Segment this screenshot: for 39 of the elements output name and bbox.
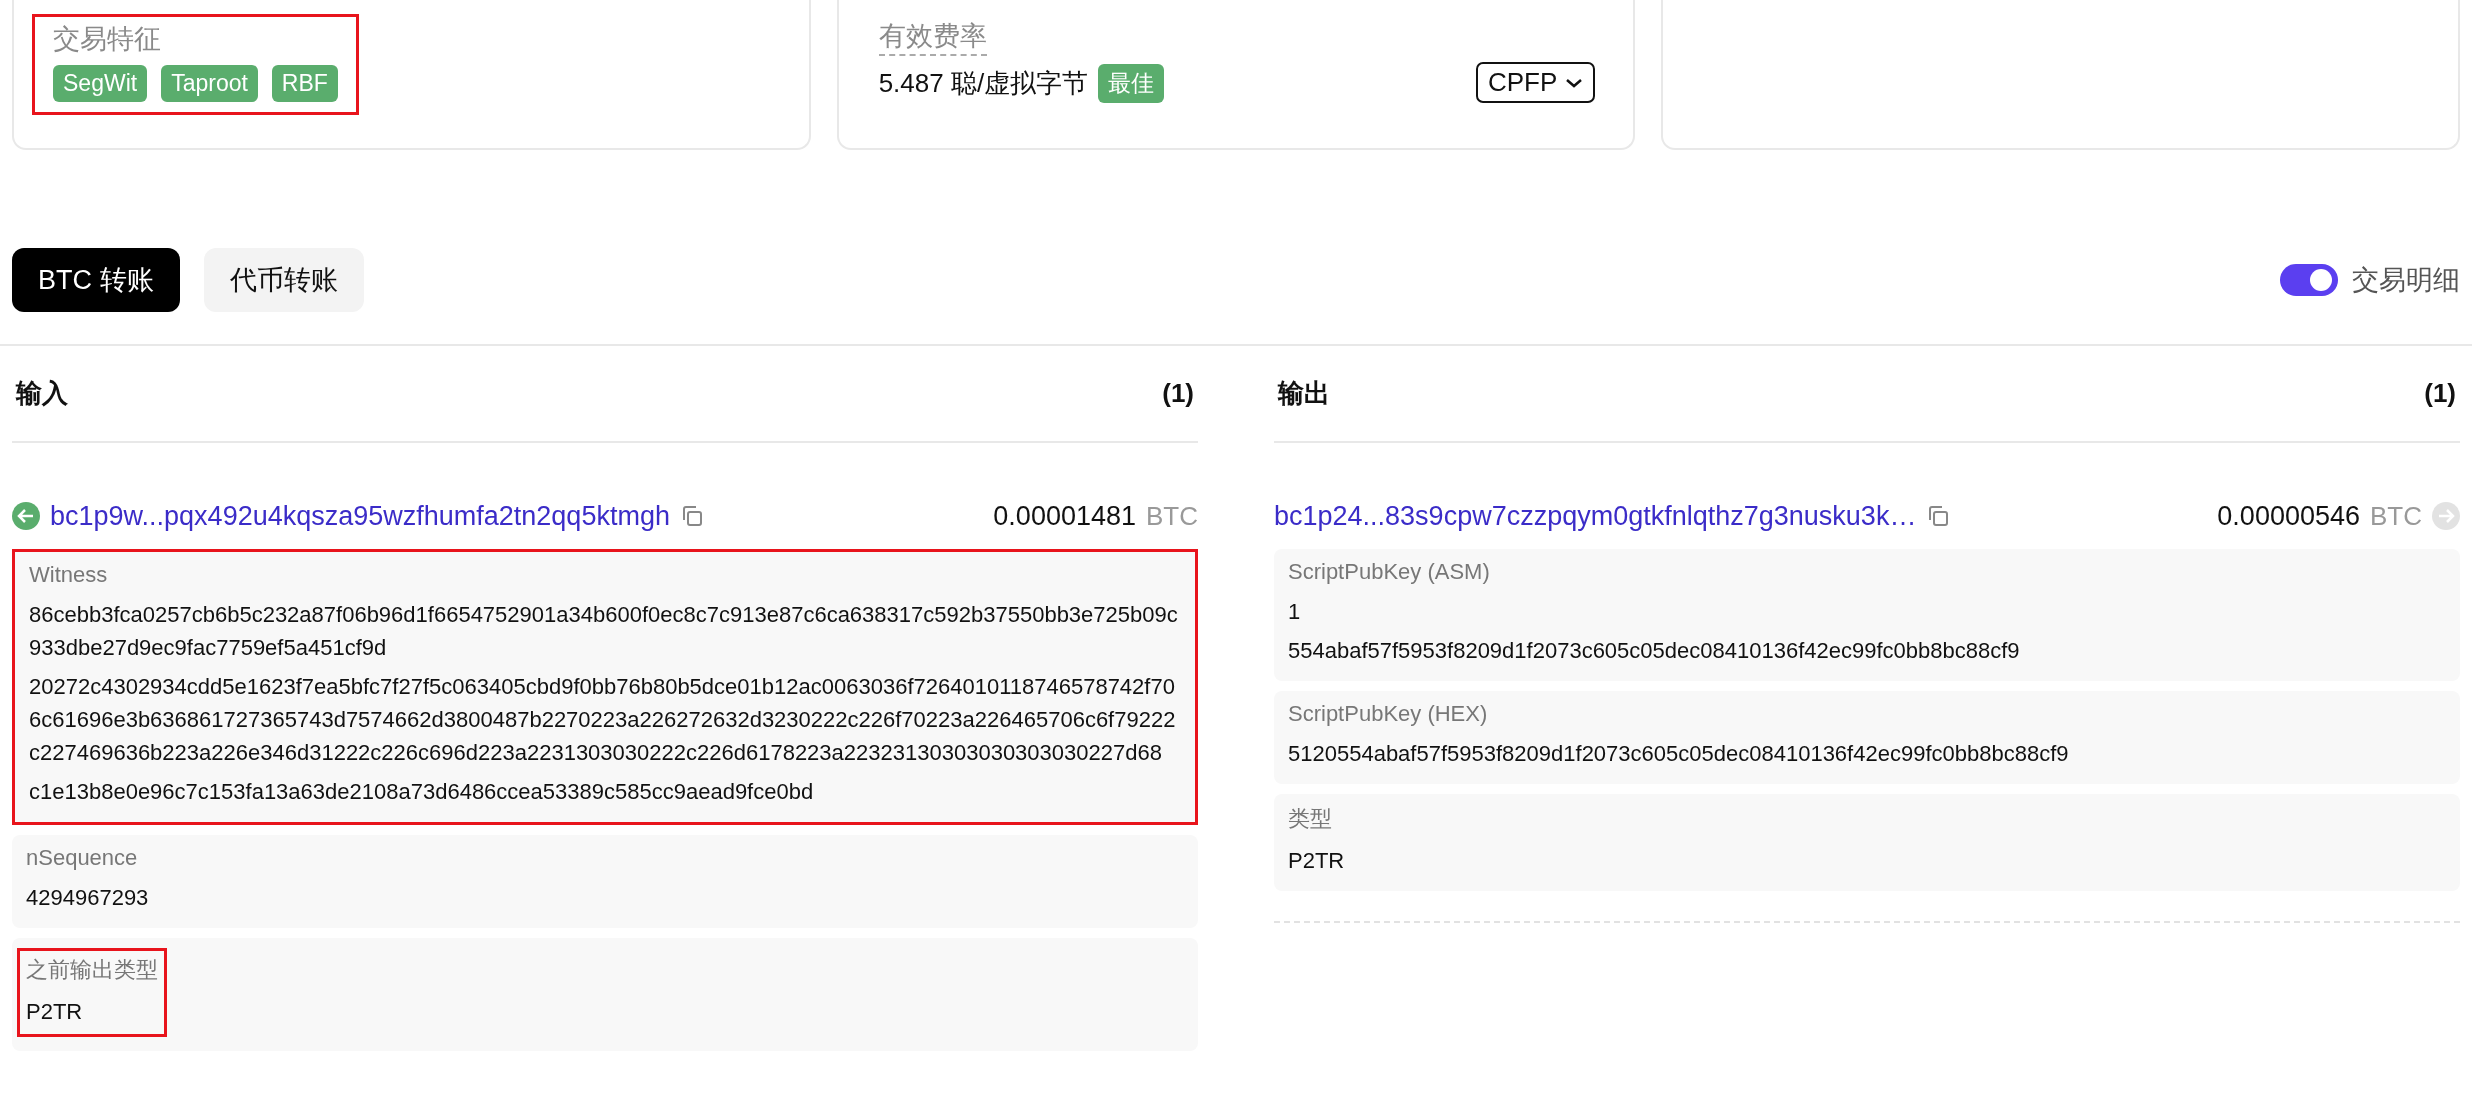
transfer-tab[interactable]: 代币转账	[203, 248, 364, 312]
feature-tag: Taproot	[161, 65, 258, 102]
fee-rate: 5.487 聪/虚拟字节	[878, 67, 1089, 100]
address-link[interactable]: bc1p9w...pqx492u4kqsza95wzfhumfa2tn2qq5ktmgh	[50, 500, 670, 532]
field-label: 类型	[1288, 805, 1333, 833]
details-toggle[interactable]	[2280, 264, 2338, 296]
best-badge: 最佳	[1098, 64, 1165, 103]
field-value: 4294967293	[26, 884, 149, 912]
address-link[interactable]: bc1p24...83s9cpw7czzpqym0gtkfnlqthz7g3nusku3k…	[1274, 500, 1917, 532]
field-value: 86cebb3fca0257cb6b5c232a87f06b96d1f6654752901a34b600f0ec8c7c913e87c6ca638317c592b37550bb3e725b09c933dbe27d9ec9fac7759ef5a451cf9d	[29, 601, 1179, 662]
amount: 0.00000546	[2217, 500, 2360, 532]
field-value: c1e13b8e0e96c7c153fa13a63de2108a73d6486ccea53389c585cc9aead9fce0bd	[29, 778, 815, 806]
copy-icon[interactable]	[1926, 504, 1951, 528]
feature-tag: RBF	[271, 65, 338, 102]
caret-icon	[1565, 76, 1584, 89]
field-label: ScriptPubKey (ASM)	[1288, 559, 1491, 585]
field-label: nSequence	[26, 845, 139, 871]
unit-label: BTC	[1146, 500, 1198, 532]
toggle-label: 交易明细	[2352, 264, 2460, 297]
field-value: 5120554abaf57f5953f8209d1f2073c605c05dec08410136f42ec99fc0bb8bc88cf9	[1288, 740, 2069, 768]
field-value: 1	[1288, 598, 1302, 626]
count-label: (1)	[2424, 378, 2456, 409]
column-title: 输入	[16, 377, 68, 410]
card-label: 交易特征	[53, 23, 162, 56]
arrow-left-icon	[12, 502, 40, 530]
field-value: 554abaf57f5953f8209d1f2073c605c05dec08410136f42ec99fc0bb8bc88cf9	[1288, 637, 2020, 665]
column-title: 输出	[1278, 377, 1330, 410]
cpfp-dropdown[interactable]: CPFP	[1476, 62, 1596, 103]
count-label: (1)	[1162, 378, 1194, 409]
field-label: Witness	[29, 562, 109, 588]
field-label: 之前输出类型	[26, 956, 158, 984]
unit-label: BTC	[2370, 500, 2422, 532]
feature-tag: SegWit	[53, 65, 148, 102]
field-value: P2TR	[1288, 847, 1345, 875]
arrow-right-icon	[2432, 502, 2460, 530]
amount: 0.00001481	[993, 500, 1136, 532]
transfer-tab[interactable]: BTC 转账	[12, 248, 180, 312]
field-value: P2TR	[26, 998, 84, 1026]
field-label: ScriptPubKey (HEX)	[1288, 701, 1489, 727]
